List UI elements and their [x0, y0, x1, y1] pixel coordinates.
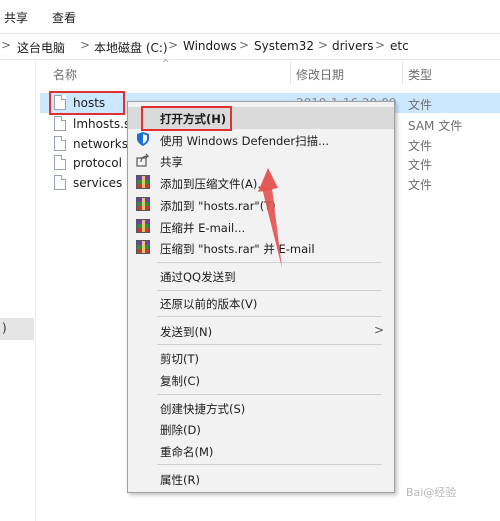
watermark-logo: Bai@经验	[406, 486, 457, 499]
annotation-arrow-icon	[258, 168, 282, 268]
